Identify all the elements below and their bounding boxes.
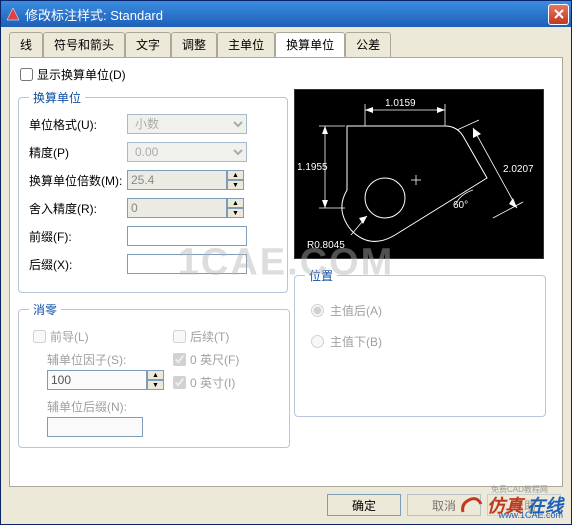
multiplier-input[interactable] [127, 170, 227, 190]
dim-left: 1.1955 [297, 162, 328, 173]
below-label: 主值下(B) [330, 333, 382, 350]
tab-symbols[interactable]: 符号和箭头 [43, 32, 125, 57]
subsuffix-label: 辅单位后缀(N): [47, 398, 169, 415]
suffix-label: 后缀(X): [29, 256, 127, 273]
close-button[interactable] [548, 4, 569, 25]
tab-primary[interactable]: 主单位 [217, 32, 275, 57]
roundoff-down[interactable]: ▼ [227, 208, 244, 218]
suffix-input[interactable] [127, 254, 247, 274]
tab-lines[interactable]: 线 [9, 32, 43, 57]
roundoff-up[interactable]: ▲ [227, 198, 244, 208]
multiplier-down[interactable]: ▼ [227, 180, 244, 190]
subfactor-label: 辅单位因子(S): [47, 351, 169, 368]
trailing-label: 后续(T) [190, 328, 229, 345]
ok-button[interactable]: 确定 [327, 494, 401, 516]
subfactor-down[interactable]: ▼ [147, 380, 164, 390]
tab-alternate[interactable]: 换算单位 [275, 32, 345, 57]
tab-text[interactable]: 文字 [125, 32, 171, 57]
below-radio[interactable] [311, 335, 324, 348]
titlebar-text: 修改标注样式: Standard [25, 5, 548, 24]
alt-units-group: 换算单位 单位格式(U): 小数 精度(P) 0.00 换算单位倍数(M): [18, 89, 288, 293]
feet-checkbox[interactable] [173, 353, 186, 366]
trailing-checkbox[interactable] [173, 330, 186, 343]
precision-label: 精度(P) [29, 144, 127, 161]
subfactor-up[interactable]: ▲ [147, 370, 164, 380]
multiplier-up[interactable]: ▲ [227, 170, 244, 180]
after-radio[interactable] [311, 304, 324, 317]
suppress-group: 消零 前导(L) 辅单位因子(S): [18, 301, 290, 448]
inches-checkbox[interactable] [173, 376, 186, 389]
app-icon [5, 6, 21, 22]
dim-angle: 60° [453, 200, 468, 211]
show-alt-row: 显示换算单位(D) [18, 66, 554, 83]
roundoff-label: 舍入精度(R): [29, 200, 127, 217]
alt-units-legend: 换算单位 [29, 89, 85, 106]
dialog-window: 修改标注样式: Standard 线 符号和箭头 文字 调整 主单位 换算单位 … [0, 0, 572, 525]
subsuffix-input[interactable] [47, 417, 143, 437]
tab-fit[interactable]: 调整 [171, 32, 217, 57]
feet-label: 0 英尺(F) [190, 351, 239, 368]
preview-pane: 1.0159 1.1955 [294, 89, 544, 259]
prefix-input[interactable] [127, 226, 247, 246]
after-label: 主值后(A) [330, 302, 382, 319]
dim-radius: R0.8045 [307, 240, 345, 251]
brand-ext: 免费CAD教程网 [491, 484, 548, 495]
position-legend: 位置 [305, 267, 337, 284]
dim-right: 2.0207 [503, 164, 534, 175]
titlebar: 修改标注样式: Standard [1, 1, 571, 27]
brand-url: www.1CAE.com [498, 510, 563, 520]
prefix-label: 前缀(F): [29, 228, 127, 245]
precision-select[interactable]: 0.00 [127, 142, 247, 162]
format-select[interactable]: 小数 [127, 114, 247, 134]
roundoff-input[interactable] [127, 198, 227, 218]
position-group: 位置 主值后(A) 主值下(B) [294, 267, 546, 417]
leading-label: 前导(L) [50, 328, 89, 345]
brand-logo: 免费CAD教程网 仿真 在线 www.1CAE.com [459, 492, 563, 518]
brand-icon [459, 494, 483, 517]
tab-strip: 线 符号和箭头 文字 调整 主单位 换算单位 公差 [9, 32, 563, 58]
suppress-legend: 消零 [29, 301, 61, 318]
inches-label: 0 英寸(I) [190, 374, 235, 391]
multiplier-label: 换算单位倍数(M): [29, 172, 127, 189]
leading-checkbox[interactable] [33, 330, 46, 343]
format-label: 单位格式(U): [29, 116, 127, 133]
show-alt-checkbox[interactable] [20, 68, 33, 81]
dim-top: 1.0159 [385, 98, 416, 109]
content-area: 线 符号和箭头 文字 调整 主单位 换算单位 公差 显示换算单位(D) 换算单位… [1, 27, 571, 495]
subfactor-input[interactable] [47, 370, 147, 390]
show-alt-label: 显示换算单位(D) [37, 66, 126, 83]
tab-tolerance[interactable]: 公差 [345, 32, 391, 57]
tab-panel: 显示换算单位(D) 换算单位 单位格式(U): 小数 精度(P) 0.00 [9, 57, 563, 487]
